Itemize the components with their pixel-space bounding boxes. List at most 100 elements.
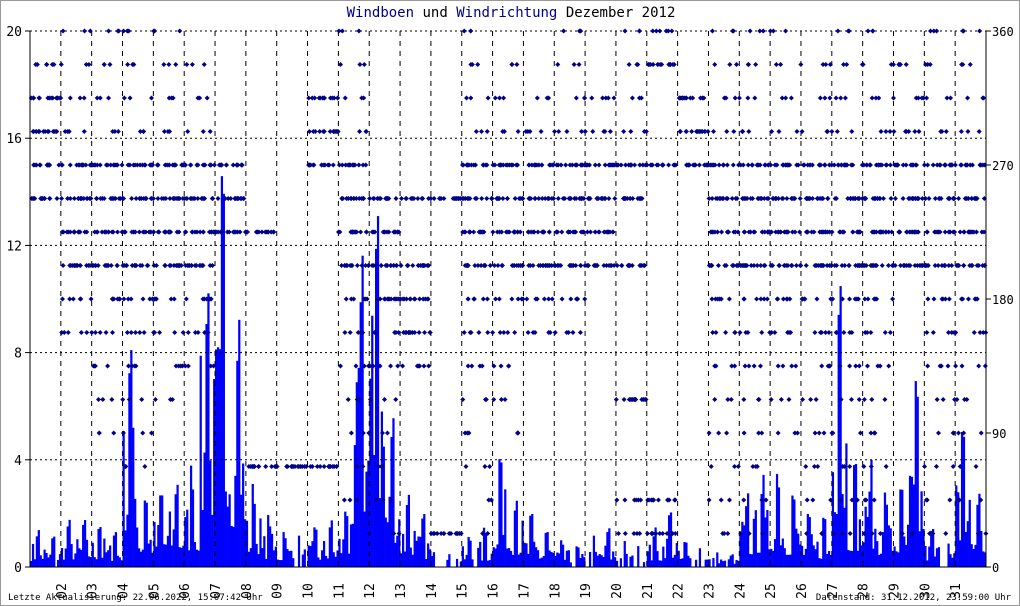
direction-point [582, 129, 588, 134]
direction-point [752, 95, 758, 101]
direction-point [868, 330, 874, 335]
direction-point [515, 430, 521, 436]
direction-point [173, 363, 179, 369]
direction-point [520, 196, 526, 201]
gust-bar [174, 494, 177, 567]
gust-bar [365, 471, 368, 567]
direction-point [345, 397, 351, 402]
direction-point [709, 28, 715, 34]
direction-point [882, 330, 888, 335]
direction-point [573, 162, 579, 168]
direction-point [775, 430, 781, 436]
gust-bar [82, 524, 85, 567]
gust-bar [413, 530, 416, 567]
direction-point [330, 162, 336, 168]
gust-bar [415, 540, 418, 567]
direction-point [415, 196, 421, 201]
gust-bar [839, 286, 842, 567]
gust-bar [978, 493, 981, 567]
direction-point [571, 62, 577, 67]
direction-point [502, 397, 508, 402]
direction-point [856, 397, 862, 402]
direction-point [753, 62, 759, 67]
direction-point [865, 28, 871, 34]
y-tick-label-right: 270 [992, 159, 1014, 173]
direction-point [596, 229, 602, 235]
direction-point [940, 397, 946, 402]
gust-bar [847, 550, 850, 567]
direction-point [724, 430, 730, 436]
direction-point [635, 62, 641, 67]
direction-point [342, 95, 348, 101]
gust-bar [845, 443, 848, 567]
gust-bar [481, 560, 484, 567]
direction-point [78, 330, 84, 335]
gust-bar [488, 560, 491, 567]
gust-bar [228, 494, 231, 567]
direction-point [841, 62, 847, 67]
gust-bar [729, 555, 732, 567]
direction-point [817, 95, 823, 101]
gust-bar [968, 499, 971, 567]
gust-bar [33, 559, 37, 567]
direction-point [473, 129, 479, 134]
direction-point [808, 397, 814, 402]
gust-bar [486, 560, 490, 567]
gust-bar [330, 520, 333, 567]
x-tick-label: 21 [641, 583, 656, 599]
direction-point [812, 430, 818, 436]
direction-point [733, 62, 739, 67]
gust-bar [427, 543, 430, 567]
direction-point [161, 62, 167, 67]
direction-point [604, 263, 610, 268]
gust-bar [569, 562, 572, 567]
gust-bar [76, 539, 79, 567]
direction-point [115, 28, 121, 34]
direction-point [512, 330, 518, 335]
direction-point [348, 430, 354, 436]
gust-bar [704, 559, 707, 567]
direction-point [626, 62, 632, 67]
direction-point [306, 95, 312, 101]
gust-bar [145, 502, 148, 567]
gust-bar [596, 555, 599, 567]
direction-point [388, 363, 394, 369]
gust-bar [417, 536, 420, 567]
gust-bar [656, 551, 659, 567]
direction-point [810, 497, 816, 503]
gust-bar [906, 524, 910, 567]
gust-bar [879, 553, 883, 567]
y-tick-label-left: 8 [14, 347, 22, 362]
direction-point [870, 28, 876, 34]
direction-point [619, 263, 625, 268]
direction-point [563, 162, 569, 168]
direction-point [259, 229, 265, 235]
gust-bar [87, 556, 91, 567]
gust-bar [172, 529, 175, 567]
direction-point [723, 330, 729, 335]
direction-point [741, 497, 747, 503]
direction-point [759, 196, 765, 201]
gust-bar [588, 551, 592, 567]
gust-bar [957, 492, 960, 567]
gust-bar [712, 557, 715, 567]
gust-bar [937, 547, 941, 567]
gust-bar [515, 500, 518, 567]
direction-point [788, 263, 794, 268]
direction-point [411, 296, 417, 302]
direction-point [485, 95, 491, 101]
gust-bar [93, 557, 96, 567]
gust-bar [756, 552, 759, 567]
direction-point [711, 129, 717, 134]
direction-point [730, 28, 736, 34]
direction-point [873, 95, 879, 101]
direction-point [189, 229, 195, 235]
direction-point [59, 296, 65, 302]
direction-point [491, 397, 497, 402]
direction-point [953, 363, 959, 369]
gust-bar [83, 520, 87, 567]
direction-point [725, 229, 731, 235]
direction-point [739, 129, 745, 134]
gust-bar [793, 499, 796, 567]
gust-bar [257, 554, 260, 567]
